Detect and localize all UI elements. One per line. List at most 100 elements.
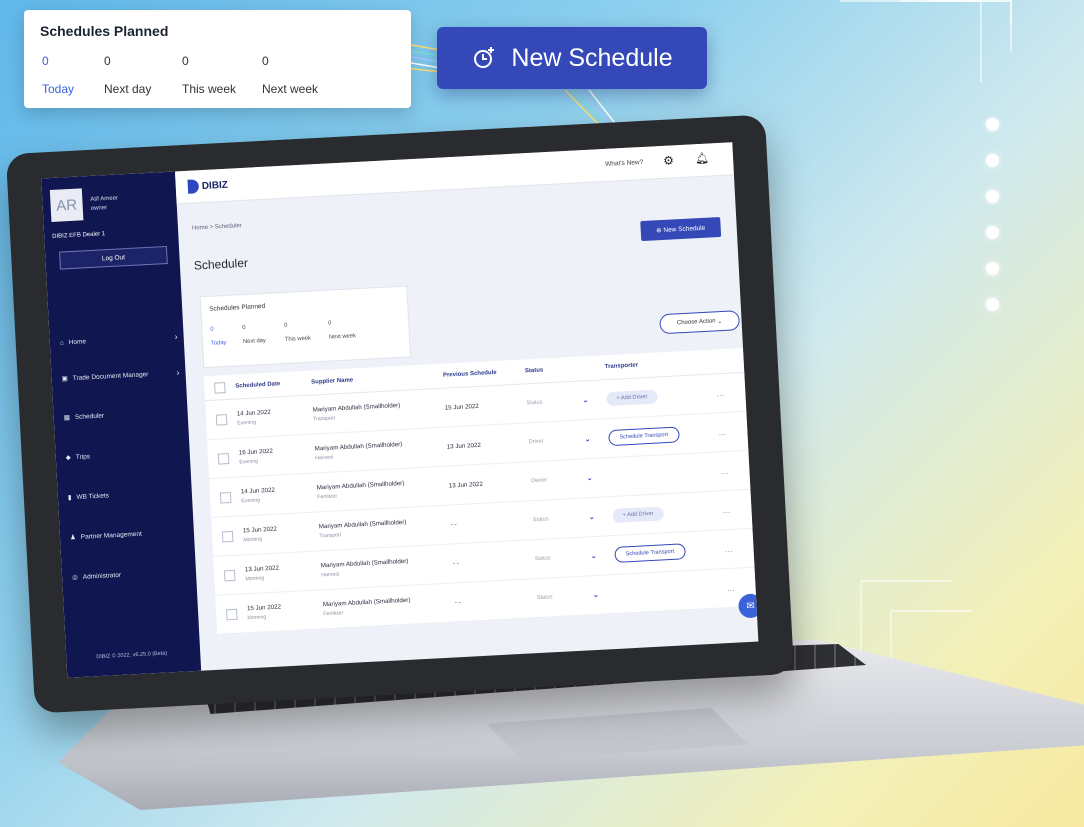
more-options-icon[interactable]: … [722,505,742,514]
chevron-down-icon: ⌄ [582,397,589,405]
dot [986,226,999,239]
chevron-right-icon: › [174,331,178,342]
previous-schedule-cell: 15 Jun 2022 [444,402,479,412]
sidebar-item-trips[interactable]: ◆ Trips [66,447,184,462]
select-all-checkbox[interactable] [214,381,226,394]
status-select[interactable]: Status ⌄ [526,396,588,407]
chevron-down-icon: ⌄ [592,591,599,600]
status-select[interactable]: Status ⌄ [535,552,597,563]
stat-this-week[interactable]: 0 This week [182,54,236,96]
scheduled-date-cell: 15 Jun 2022 Morning [246,603,282,622]
status-select[interactable]: Driver ⌄ [528,435,591,446]
gear-icon[interactable]: ⚙ [663,153,674,168]
dealer-name: DIBIZ EFB Dealer 1 [52,231,106,240]
status-cell: Status ⌄ [526,395,606,407]
transporter-cell [611,471,721,477]
laptop-lid: AR Atif Ameer owner DIBIZ EFB Dealer 1 L… [5,114,795,714]
new-schedule-label: New Schedule [511,43,673,72]
schedule-table: Scheduled Date Supplier Name Previous Sc… [203,347,757,635]
previous-schedule-cell: - - [450,520,457,528]
avatar: AR [49,188,84,222]
row-checkbox[interactable] [221,530,234,542]
sidebar-item-administrator[interactable]: ◎ Administrator [72,567,190,581]
transporter-cell: + Add Driver [606,386,717,407]
logout-button[interactable]: Log Out [59,245,168,270]
row-checkbox[interactable] [225,608,238,620]
schedule-transport-button[interactable]: Schedule Transport [614,543,686,563]
schedule-transport-button[interactable]: Schedule Transport [608,426,680,447]
transporter-cell [617,588,727,594]
supplier-name-cell: Mariyam Abdullah (Smallholder) Transport [312,401,401,423]
supplier-name-cell: Mariyam Abdullah (Smallholder) Fertilize… [316,479,405,501]
calendar-icon: ▦ [63,414,71,422]
bell-icon[interactable]: 🔔︎ [695,151,710,165]
sidebar-item-home[interactable]: ⌂ Home › [60,332,178,348]
sidebar: AR Atif Ameer owner DIBIZ EFB Dealer 1 L… [41,171,202,678]
dot [986,118,999,131]
supplier-name-cell: Mariyam Abdullah (Smallholder) Fertilize… [322,596,411,618]
app-screen: AR Atif Ameer owner DIBIZ EFB Dealer 1 L… [41,142,759,678]
clock-plus-icon [474,47,495,68]
stat-next-week[interactable]: 0 Next week [262,54,318,96]
scheduled-date-cell: 14 Jun 2022 Evening [240,486,276,505]
more-options-icon[interactable]: … [716,388,736,398]
add-driver-button[interactable]: + Add Driver [606,389,658,407]
chevron-down-icon: ⌄ [715,318,723,325]
status-select[interactable]: Owner ⌄ [530,474,593,485]
scheduled-date-cell: 15 Jun 2022 Morning [242,525,278,544]
add-driver-button[interactable]: + Add Driver [612,506,664,524]
stat-today[interactable]: 0 Today [42,54,74,96]
stat-next-day[interactable]: 0 Next day [104,54,151,96]
col-previous-schedule[interactable]: Previous Schedule [443,368,525,379]
chat-icon[interactable]: ✉ [737,593,759,619]
previous-schedule-cell: - - [454,598,461,606]
supplier-name-cell: Mariyam Abdullah (Smallholder) Harvest [320,557,409,579]
status-select[interactable]: Status ⌄ [533,513,595,524]
col-supplier-name[interactable]: Supplier Name [311,373,443,385]
col-scheduled-date[interactable]: Scheduled Date [235,380,311,389]
row-checkbox[interactable] [223,569,236,581]
ticket-icon: ▮ [67,494,72,502]
status-cell: Status ⌄ [535,551,615,563]
row-checkbox[interactable] [215,413,228,426]
mini-stat-next-day[interactable]: 0 Next day [242,324,266,345]
mini-stat-today[interactable]: 0 Today [210,326,226,347]
row-checkbox[interactable] [217,452,230,465]
topbar: DIBIZ What's New? ⚙ 🔔︎ [174,142,734,205]
previous-schedule-cell: 13 Jun 2022 [446,441,481,451]
choose-action-button[interactable]: Choose Action ⌄ [659,310,741,335]
mini-stat-this-week[interactable]: 0 This week [284,322,311,343]
new-schedule-button-inner[interactable]: ⊕ New Schedule [640,216,722,242]
whats-new-link[interactable]: What's New? [605,159,643,168]
supplier-name-cell: Mariyam Abdullah (Smallholder) Transport [318,518,407,540]
more-options-icon[interactable]: … [720,466,740,475]
row-checkbox[interactable] [219,491,232,504]
transporter-cell: Schedule Transport [608,424,719,447]
scheduled-date-cell: 13 Jun 2022 Morning [244,564,280,583]
pagination-dots [986,118,999,334]
truck-icon: ▣ [61,375,69,383]
sidebar-item-partner-management[interactable]: ♟ Partner Management [70,527,188,541]
breadcrumb[interactable]: Home > Scheduler [192,223,242,232]
app-logo[interactable]: DIBIZ [187,178,228,194]
card-title: Schedules Planned [40,23,169,39]
sidebar-item-scheduler[interactable]: ▦ Scheduler [63,407,182,422]
user-role: owner [90,205,108,212]
status-select[interactable]: Status ⌄ [537,591,599,602]
more-options-icon[interactable]: … [726,583,746,592]
status-cell: Status ⌄ [537,590,617,602]
previous-schedule-cell: - - [452,559,459,567]
status-cell: Status ⌄ [533,512,613,524]
mini-stat-next-week[interactable]: 0 Next week [328,319,356,340]
status-cell: Owner ⌄ [530,473,610,485]
sidebar-item-trade-document-manager[interactable]: ▣ Trade Document Manager › [61,367,180,383]
chevron-down-icon: ⌄ [588,513,595,522]
chevron-down-icon: ⌄ [584,436,591,444]
sidebar-item-wb-tickets[interactable]: ▮ WB Tickets [67,487,186,502]
more-options-icon[interactable]: … [724,544,744,553]
new-schedule-button[interactable]: New Schedule [437,27,707,89]
col-transporter[interactable]: Transporter [605,358,715,370]
col-status[interactable]: Status [525,364,605,374]
more-options-icon[interactable]: … [718,427,738,436]
chevron-down-icon: ⌄ [586,475,593,483]
